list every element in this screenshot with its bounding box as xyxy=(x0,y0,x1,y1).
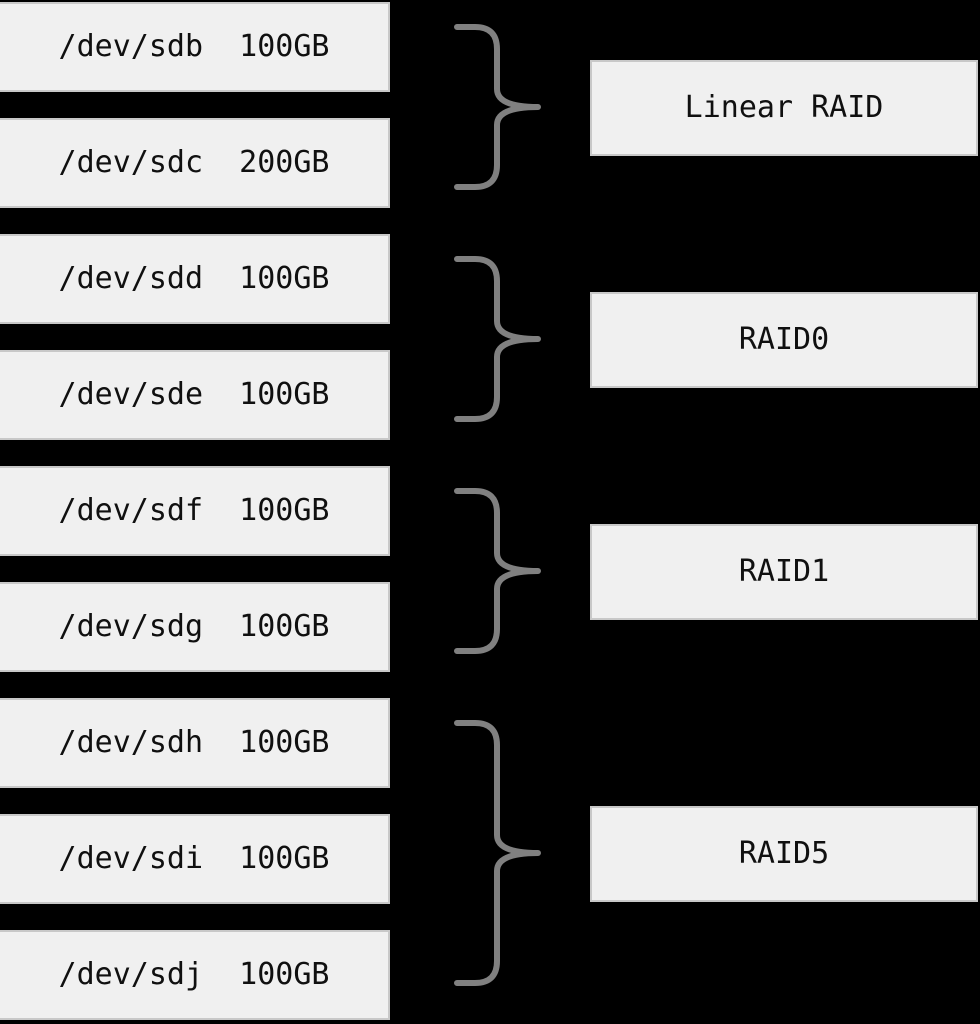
disk-label: /dev/sdh 100GB xyxy=(58,725,330,760)
raid-box-linear-raid: Linear RAID xyxy=(590,60,978,156)
disk-box-sdg: /dev/sdg 100GB xyxy=(0,582,390,672)
disk-box-sdj: /dev/sdj 100GB xyxy=(0,930,390,1020)
raid-label: RAID1 xyxy=(738,554,830,589)
raid-label: Linear RAID xyxy=(684,90,884,125)
raid-label: RAID5 xyxy=(738,836,830,871)
raid-box-raid5: RAID5 xyxy=(590,806,978,902)
brace-path xyxy=(454,256,541,422)
curly-brace-linear-raid xyxy=(450,24,546,190)
disk-box-sde: /dev/sde 100GB xyxy=(0,350,390,440)
disk-label: /dev/sdg 100GB xyxy=(58,609,330,644)
disk-box-sdh: /dev/sdh 100GB xyxy=(0,698,390,788)
brace-path xyxy=(454,488,541,654)
raid-box-raid1: RAID1 xyxy=(590,524,978,620)
disk-label: /dev/sdc 200GB xyxy=(58,145,330,180)
disk-box-sdi: /dev/sdi 100GB xyxy=(0,814,390,904)
curly-brace-raid0 xyxy=(450,256,546,422)
disk-label: /dev/sdi 100GB xyxy=(58,841,330,876)
disk-box-sdf: /dev/sdf 100GB xyxy=(0,466,390,556)
curly-brace-raid5 xyxy=(450,720,546,986)
disk-label: /dev/sde 100GB xyxy=(58,377,330,412)
disk-box-sdb: /dev/sdb 100GB xyxy=(0,2,390,92)
curly-brace-raid1 xyxy=(450,488,546,654)
raid-box-raid0: RAID0 xyxy=(590,292,978,388)
disk-label: /dev/sdd 100GB xyxy=(58,261,330,296)
raid-diagram-canvas: /dev/sdb 100GB/dev/sdc 200GB/dev/sdd 100… xyxy=(0,0,980,1024)
disk-box-sdd: /dev/sdd 100GB xyxy=(0,234,390,324)
disk-label: /dev/sdj 100GB xyxy=(58,957,330,992)
disk-box-sdc: /dev/sdc 200GB xyxy=(0,118,390,208)
brace-path xyxy=(454,720,541,986)
disk-label: /dev/sdb 100GB xyxy=(58,29,330,64)
brace-path xyxy=(454,24,541,190)
disk-label: /dev/sdf 100GB xyxy=(58,493,330,528)
raid-label: RAID0 xyxy=(738,322,830,357)
